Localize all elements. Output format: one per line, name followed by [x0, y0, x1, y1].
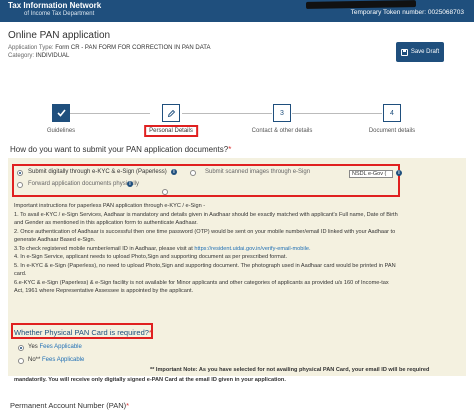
- step-document-details[interactable]: 4: [383, 104, 401, 122]
- instruction-line: generate Aadhaar Based e-Sign.: [14, 237, 96, 243]
- application-type: Application Type: Form CR - PAN FORM FOR…: [8, 45, 211, 51]
- no-label: No**: [28, 357, 43, 363]
- submission-question-text: How do you want to submit your PAN appli…: [10, 145, 229, 154]
- stepper-connector: [70, 113, 150, 114]
- info-icon[interactable]: i: [127, 181, 133, 187]
- radio-physical-no[interactable]: [18, 358, 24, 364]
- step-guidelines[interactable]: [52, 104, 70, 122]
- step-label-guidelines: Guidelines: [46, 128, 76, 134]
- required-mark: *: [148, 328, 152, 337]
- instruction-line: 2. Once authentication of Aadhaar is suc…: [14, 229, 396, 235]
- step-label-personal-details: Personal Details: [144, 125, 198, 137]
- instruction-line: 1. To avail e-KYC / e-Sign Services, Aad…: [14, 212, 398, 218]
- info-icon[interactable]: i: [396, 170, 402, 176]
- instruction-line: 6.e-KYC & e-Sign (Paperless) & e-Sign fa…: [14, 280, 389, 286]
- option-scanned-label: Submit scanned images through e-Sign: [205, 169, 311, 175]
- save-draft-button[interactable]: Save Draft: [396, 42, 444, 62]
- step-label-documents: Document details: [368, 128, 416, 134]
- instruction-line: 4. In e-Sign Service, applicant needs to…: [14, 254, 288, 260]
- uidai-link[interactable]: https://resident.uidai.gov.in/verify-ema…: [194, 246, 310, 252]
- category-value: INDIVIDUAL: [35, 53, 70, 59]
- instruction-line: 5. In e-KYC & e-Sign (Paperless), no nee…: [14, 263, 396, 269]
- physical-yes-option: Yes Fees Applicable: [28, 344, 82, 350]
- step-number: 4: [390, 109, 394, 117]
- fees-applicable-link[interactable]: Fees Applicable: [39, 344, 81, 350]
- submission-question: How do you want to submit your PAN appli…: [10, 145, 231, 154]
- redaction-mark: [305, 0, 417, 9]
- instruction-line: Act, 1961 where Representative Assessee …: [14, 288, 194, 294]
- pan-field-label: Permanent Account Number (PAN)*: [10, 401, 129, 410]
- header-bar: Tax Information Network of Income Tax De…: [0, 0, 474, 22]
- token-number: Temporary Token number: 0025068703: [350, 9, 464, 16]
- step-number: 3: [280, 109, 284, 117]
- radio-ekyc[interactable]: [17, 170, 23, 176]
- yes-label: Yes: [28, 344, 40, 350]
- instruction-line: card.: [14, 271, 27, 277]
- radio-unlabeled[interactable]: [162, 189, 168, 195]
- physical-card-question-text: Whether Physical PAN Card is required?: [14, 328, 149, 337]
- instruction-line: and Gender as mentioned in this applicat…: [14, 220, 198, 226]
- check-icon: [56, 109, 66, 117]
- radio-forward[interactable]: [17, 182, 23, 188]
- esign-provider-select[interactable]: NSDL e-Gov (: [349, 170, 393, 178]
- floppy-disk-icon: [400, 48, 408, 56]
- physical-card-question: Whether Physical PAN Card is required?*: [14, 328, 152, 337]
- option-forward-label: Forward application documents physically: [28, 181, 140, 187]
- radio-scanned[interactable]: [190, 170, 196, 176]
- stepper-connector: [292, 113, 382, 114]
- instruction-line: 3.To check registered mobile number/emai…: [14, 246, 454, 252]
- pan-label-text: Permanent Account Number (PAN): [10, 401, 127, 410]
- pencil-icon: [167, 109, 175, 117]
- required-mark: *: [228, 145, 232, 154]
- option-ekyc-label: Submit digitally through e-KYC & e-Sign …: [28, 169, 167, 175]
- required-mark: *: [126, 401, 130, 410]
- brand-title: Tax Information Network: [8, 1, 102, 10]
- important-note-line: ** Important Note: As you have selected …: [150, 367, 430, 373]
- stepper-connector: [182, 113, 272, 114]
- radio-physical-yes[interactable]: [18, 345, 24, 351]
- step-personal-details[interactable]: [162, 104, 180, 122]
- category-label: Category:: [8, 53, 36, 59]
- fees-applicable-link[interactable]: Fees Applicable: [42, 357, 84, 363]
- info-icon[interactable]: i: [171, 169, 177, 175]
- brand-subtitle: of Income Tax Department: [24, 11, 95, 17]
- instruction-text: 3.To check registered mobile number/emai…: [14, 246, 195, 252]
- step-contact-details[interactable]: 3: [273, 104, 291, 122]
- important-note-line: mandatorily. You will receive only digit…: [14, 377, 286, 383]
- application-type-label: Application Type:: [8, 45, 56, 51]
- step-label-contact: Contact & other details: [251, 128, 313, 134]
- physical-no-option: No** Fees Applicable: [28, 357, 84, 363]
- application-type-value: Form CR - PAN FORM FOR CORRECTION IN PAN…: [55, 45, 211, 51]
- category: Category: INDIVIDUAL: [8, 53, 69, 59]
- instruction-line: Important instructions for paperless PAN…: [14, 203, 206, 209]
- page-title: Online PAN application: [8, 30, 111, 41]
- save-draft-label: Save Draft: [410, 49, 440, 55]
